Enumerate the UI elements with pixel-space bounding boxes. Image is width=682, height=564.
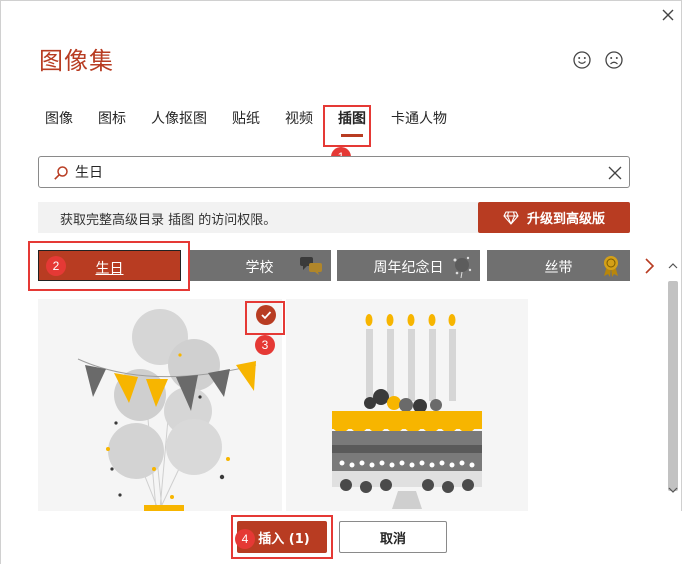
chevron-down-icon[interactable] [668, 485, 678, 495]
category-anniversary[interactable]: 周年纪念日 [337, 250, 480, 281]
cancel-button[interactable]: 取消 [339, 521, 447, 553]
result-birthday-cake[interactable] [286, 299, 528, 511]
results-grid [38, 299, 660, 511]
birthday-cake-illustration [332, 314, 482, 509]
upgrade-label: 升级到高级版 [526, 212, 605, 227]
tab-cartoon-people[interactable]: 卡通人物 [383, 105, 455, 135]
search-input[interactable] [75, 161, 595, 183]
frown-icon[interactable] [604, 50, 624, 70]
tab-videos[interactable]: 视频 [277, 105, 321, 135]
award-ribbon-icon [604, 256, 618, 277]
dialog-title: 图像集 [39, 47, 114, 75]
close-icon[interactable] [657, 4, 679, 26]
clear-icon[interactable] [607, 165, 623, 181]
scrollbar-thumb[interactable] [668, 281, 678, 491]
tab-icons[interactable]: 图标 [90, 105, 134, 135]
dialog-footer: 插入 (1) 取消 [1, 511, 682, 564]
chevron-right-icon[interactable] [643, 257, 655, 275]
tab-images[interactable]: 图像 [37, 105, 81, 135]
upgrade-button[interactable]: 升级到高级版 [478, 202, 630, 233]
annotation-badge-3: 3 [255, 335, 275, 355]
smile-icon[interactable] [572, 50, 592, 70]
diamond-icon [503, 210, 519, 225]
notice-text: 获取完整高级目录 插图 的访问权限。 [60, 213, 277, 228]
annotation-badge-4: 4 [235, 529, 255, 549]
image-collection-dialog: 图像集 图像 图标 人像抠图 贴纸 视频 插图 卡通人物 1 获取完整高级目录 … [0, 0, 682, 564]
confetti-icon [453, 256, 472, 278]
tab-stickers[interactable]: 贴纸 [224, 105, 268, 135]
annotation-badge-2: 2 [46, 256, 66, 276]
tab-cutout-people[interactable]: 人像抠图 [143, 105, 215, 135]
premium-notice: 获取完整高级目录 插图 的访问权限。 升级到高级版 [38, 202, 630, 233]
results-scrollbar[interactable] [665, 259, 681, 509]
search-box [38, 156, 630, 188]
annotation-box-3 [245, 301, 285, 335]
chevron-up-icon[interactable] [668, 261, 678, 271]
tab-bar: 图像 图标 人像抠图 贴纸 视频 插图 卡通人物 [37, 105, 464, 139]
category-school[interactable]: 学校 [188, 250, 331, 281]
search-icon [54, 166, 68, 180]
chat-bubbles-icon [300, 257, 322, 275]
annotation-box-1 [323, 105, 371, 147]
category-ribbon[interactable]: 丝带 [487, 250, 630, 281]
